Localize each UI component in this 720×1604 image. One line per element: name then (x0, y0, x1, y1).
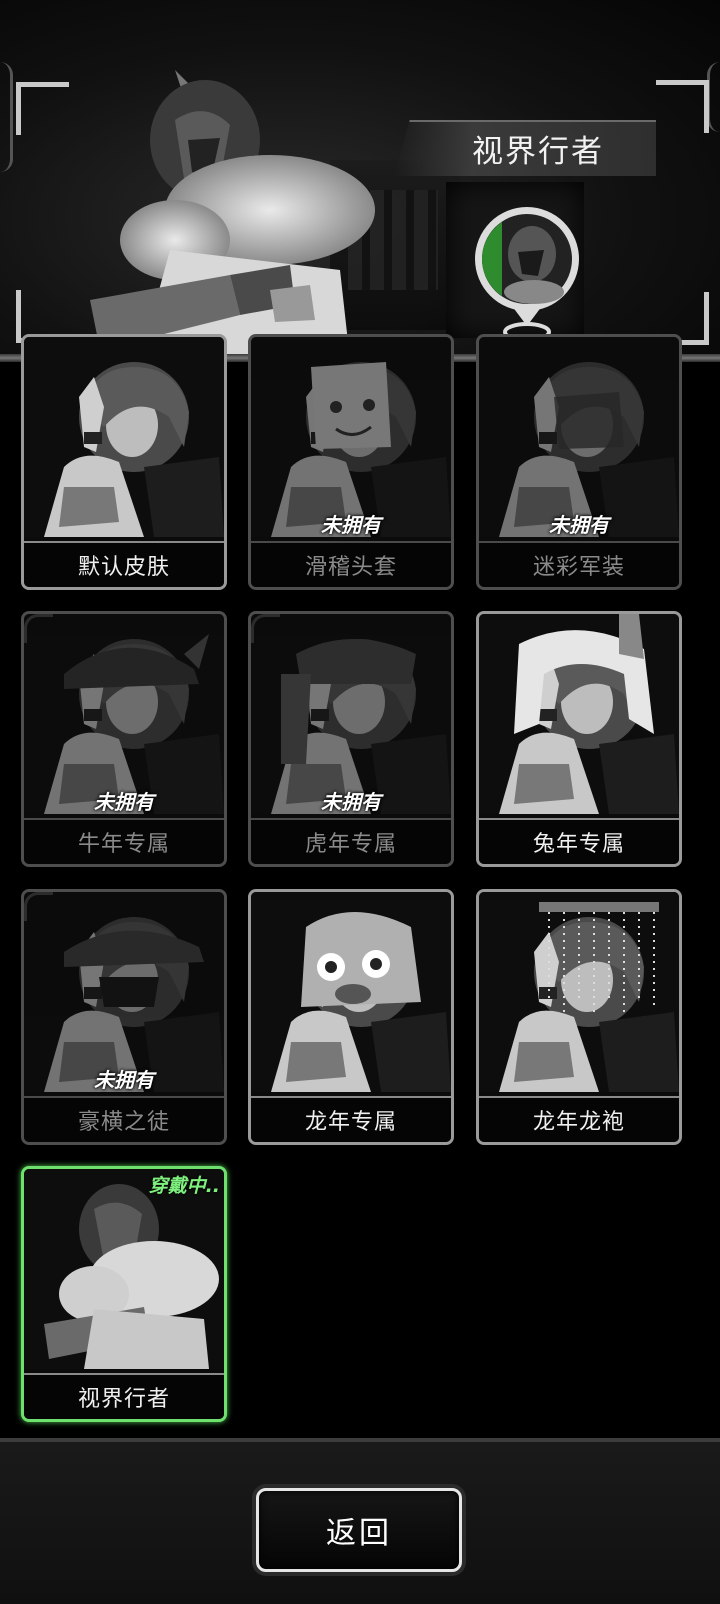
skin-art (24, 892, 224, 1092)
skin-card-dragon-robe[interactable]: 龙年龙袍 (476, 889, 682, 1145)
character-name: 视界行者 (472, 134, 604, 170)
skin-card-vision-walker[interactable]: 穿戴中.. 视界行者 (21, 1166, 227, 1422)
skin-art (479, 614, 679, 814)
skin-card-ox-year[interactable]: 未拥有 牛年专属 (21, 611, 227, 867)
skin-portrait (479, 337, 679, 537)
skin-portrait (251, 892, 451, 1092)
skin-card-tyrant[interactable]: 未拥有 豪横之徒 (21, 889, 227, 1145)
skin-label: 滑稽头套 (251, 541, 451, 587)
character-portrait-icon (90, 70, 375, 360)
skin-portrait (251, 337, 451, 537)
not-owned-label: 未拥有 (549, 513, 609, 537)
skin-card-funny-hood[interactable]: 未拥有 滑稽头套 (248, 334, 454, 590)
skin-label: 视界行者 (24, 1373, 224, 1419)
skin-art (24, 337, 224, 537)
skin-label: 虎年专属 (251, 818, 451, 864)
not-owned-label: 未拥有 (94, 1068, 154, 1092)
skin-art (251, 892, 451, 1092)
skin-label: 龙年龙袍 (479, 1096, 679, 1142)
character-preview-header: 视界行者 (0, 0, 720, 362)
skin-card-tiger-year[interactable]: 未拥有 虎年专属 (248, 611, 454, 867)
skin-art (24, 1169, 224, 1369)
frame-corner-top-right (656, 80, 709, 133)
equipped-status-badge: 穿戴中.. (148, 1175, 220, 1197)
skin-label: 默认皮肤 (24, 541, 224, 587)
skin-art (251, 614, 451, 814)
skin-label: 豪横之徒 (24, 1096, 224, 1142)
skin-art (479, 892, 679, 1092)
location-pin-avatar-icon (475, 207, 579, 342)
skin-portrait (24, 1169, 224, 1369)
skin-art (251, 337, 451, 537)
skin-portrait (24, 337, 224, 537)
skin-label: 龙年专属 (251, 1096, 451, 1142)
not-owned-label: 未拥有 (94, 790, 154, 814)
back-button[interactable]: 返回 (256, 1488, 462, 1572)
skin-label: 迷彩军装 (479, 541, 679, 587)
skin-card-rabbit-year[interactable]: 兔年专属 (476, 611, 682, 867)
frame-corner-top-left (16, 82, 69, 135)
skin-portrait (24, 892, 224, 1092)
not-owned-label: 未拥有 (321, 513, 381, 537)
skin-card-camo[interactable]: 未拥有 迷彩军装 (476, 334, 682, 590)
skin-portrait (24, 614, 224, 814)
skin-portrait (479, 614, 679, 814)
skin-card-dragon-year[interactable]: 龙年专属 (248, 889, 454, 1145)
skin-art (479, 337, 679, 537)
skin-portrait (479, 892, 679, 1092)
left-edge-bracket (0, 62, 13, 172)
skin-portrait (251, 614, 451, 814)
skin-card-default[interactable]: 默认皮肤 (21, 334, 227, 590)
skin-label: 兔年专属 (479, 818, 679, 864)
not-owned-label: 未拥有 (321, 790, 381, 814)
skin-art (24, 614, 224, 814)
skin-label: 牛年专属 (24, 818, 224, 864)
